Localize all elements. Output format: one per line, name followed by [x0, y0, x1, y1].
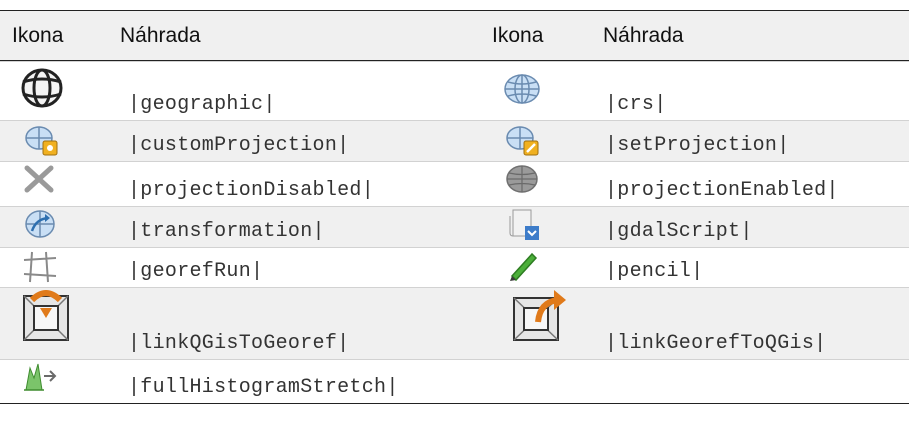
replacement-text: |projectionEnabled| — [605, 179, 839, 202]
table-row: |customProjection| |setProjection| — [0, 120, 909, 161]
globe-outline-icon — [20, 68, 64, 108]
replacement-text: |georefRun| — [128, 260, 264, 283]
replacement-text: |transformation| — [128, 220, 325, 243]
replacement-text: |linkQGisToGeoref| — [128, 332, 350, 355]
table-header-row: Ikona Náhrada Ikona Náhrada — [0, 11, 909, 61]
substitution-table: Ikona Náhrada Ikona Náhrada |geographic|… — [0, 10, 909, 404]
transformation-icon — [24, 209, 56, 239]
replacement-text: |gdalScript| — [605, 220, 753, 243]
replacement-text: |geographic| — [128, 93, 276, 116]
pencil-icon — [506, 248, 540, 282]
table-row: |transformation| |gdalScript| — [0, 206, 909, 247]
replacement-text: |linkGeorefToQGis| — [605, 332, 827, 355]
link-georef-to-qgis-icon — [510, 288, 570, 344]
projection-enabled-icon — [505, 164, 539, 194]
replacement-text: |customProjection| — [128, 134, 350, 157]
georef-run-icon — [22, 250, 58, 284]
table-row: |fullHistogramStretch| — [0, 359, 909, 403]
replacement-text: |projectionDisabled| — [128, 179, 375, 202]
link-qgis-to-georef-icon — [20, 288, 72, 344]
full-histogram-stretch-icon — [22, 360, 58, 392]
set-projection-icon — [505, 125, 541, 157]
table-row: |georefRun| |pencil| — [0, 247, 909, 287]
replacement-text: |pencil| — [605, 260, 704, 283]
replacement-text: |fullHistogramStretch| — [128, 376, 399, 399]
table-row: |linkQGisToGeoref| |linkGeorefToQGis| — [0, 287, 909, 359]
table-row: |geographic| |crs| — [0, 61, 909, 120]
table-row: |projectionDisabled| |projectionEnabled| — [0, 161, 909, 206]
gdal-script-icon — [507, 208, 541, 242]
replacement-text: |crs| — [605, 93, 667, 116]
custom-projection-icon — [24, 125, 60, 157]
header-replacement-1: Náhrada — [120, 24, 201, 47]
projection-disabled-icon — [22, 164, 56, 194]
replacement-text: |setProjection| — [605, 134, 790, 157]
header-replacement-2: Náhrada — [603, 24, 684, 47]
header-icon-1: Ikona — [12, 24, 64, 47]
crs-globe-icon — [503, 72, 541, 106]
header-icon-2: Ikona — [492, 24, 544, 47]
